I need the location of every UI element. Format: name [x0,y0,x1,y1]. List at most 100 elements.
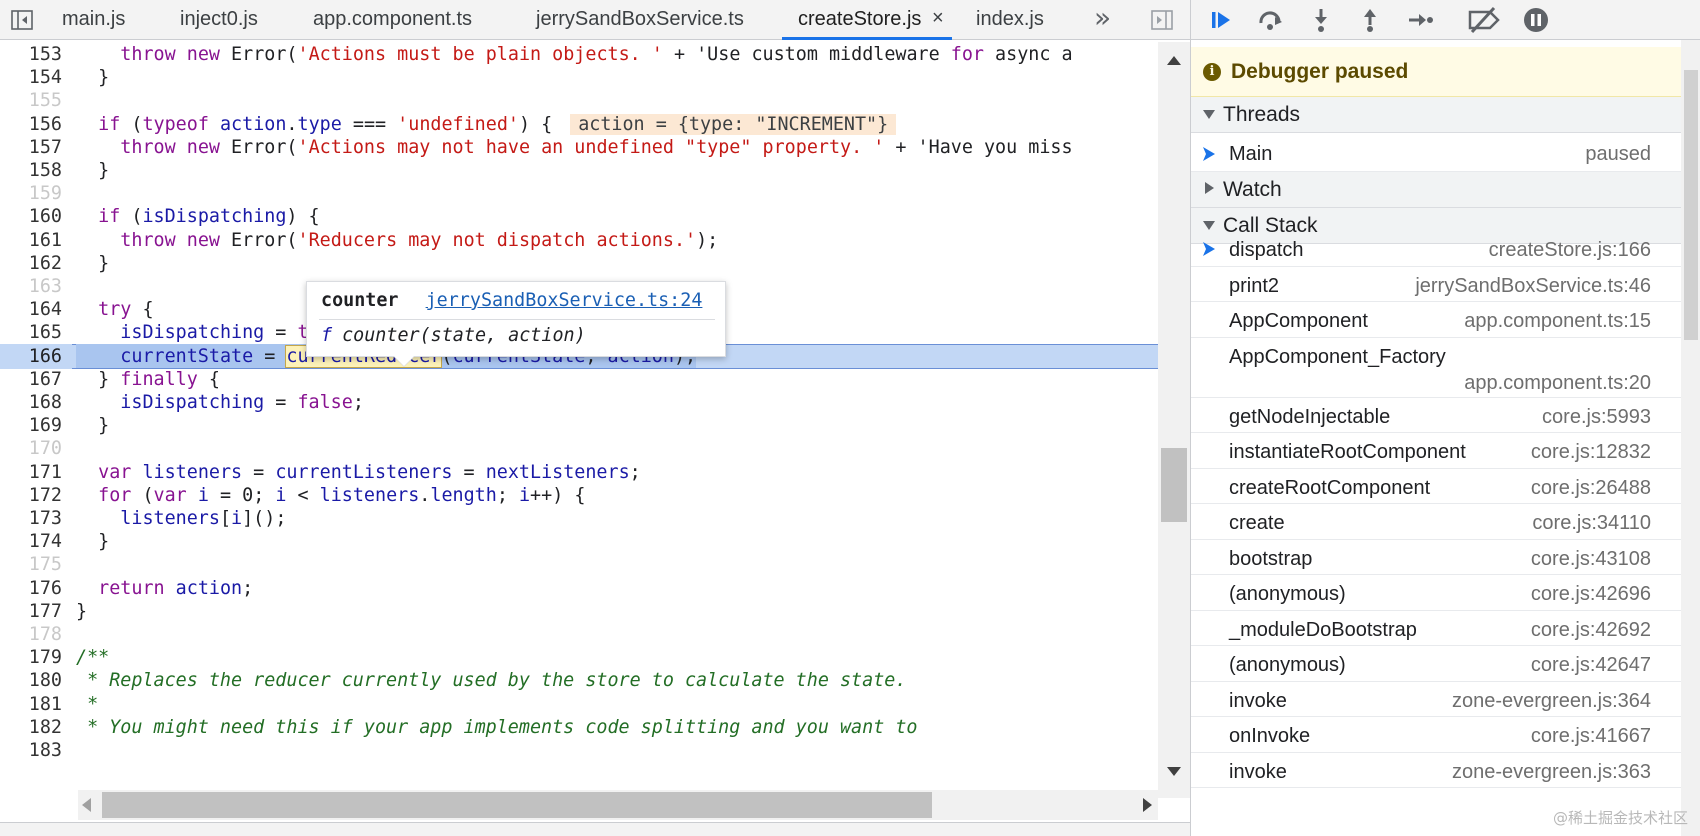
code-line[interactable]: 155 [0,88,1158,113]
code-line[interactable]: 170 [0,436,1158,461]
line-number[interactable]: 180 [0,668,62,693]
call-frame[interactable]: print2 jerrySandBoxService.ts:46 [1191,267,1681,305]
code-line[interactable]: 180 * Replaces the reducer currently use… [0,668,1158,693]
horizontal-scrollbar[interactable] [78,790,1158,820]
code-line[interactable]: 179 /** [0,645,1158,670]
line-number[interactable]: 154 [0,65,62,90]
call-frame[interactable]: onInvoke core.js:41667 [1191,717,1681,753]
line-number[interactable]: 166 [0,344,62,369]
frame-source-location[interactable]: core.js:34110 [1532,504,1651,542]
step-into-icon[interactable] [1306,5,1336,35]
code-line[interactable]: 182 * You might need this if your app im… [0,715,1158,740]
code-line[interactable]: 175 [0,552,1158,577]
line-number[interactable]: 157 [0,135,62,160]
call-frame-current[interactable]: dispatch createStore.js:166 [1191,231,1681,267]
step-over-icon[interactable] [1256,5,1286,35]
popover-source-link[interactable]: jerrySandBoxService.ts:24 [426,290,703,311]
call-frame[interactable]: create core.js:34110 [1191,504,1681,540]
line-number[interactable]: 165 [0,320,62,345]
tab-create-store-js[interactable]: createStore.js [782,0,952,40]
code-line[interactable]: 162 } [0,251,1158,276]
line-number[interactable]: 181 [0,692,62,717]
line-number[interactable]: 160 [0,204,62,229]
threads-section-header[interactable]: Threads [1191,97,1681,133]
frame-source-location[interactable]: core.js:12832 [1531,433,1651,471]
scroll-down-icon[interactable] [1167,767,1181,776]
call-frame[interactable]: AppComponent_Factory app.component.ts:20 [1191,338,1681,398]
more-tabs-icon[interactable]: » [1094,0,1111,40]
tab-index-js[interactable]: index.js [976,0,1044,40]
tab-app-component-ts[interactable]: app.component.ts [313,0,472,40]
code-line[interactable]: 178 [0,622,1158,647]
line-number[interactable]: 162 [0,251,62,276]
tab-inject0-js[interactable]: inject0.js [180,0,258,40]
line-number[interactable]: 179 [0,645,62,670]
line-number[interactable]: 183 [0,738,62,763]
line-number[interactable]: 175 [0,552,62,577]
code-line[interactable]: 161 throw new Error('Reducers may not di… [0,228,1158,253]
frame-source-location[interactable]: app.component.ts:15 [1464,302,1651,340]
code-line[interactable]: 181 * [0,692,1158,717]
scroll-left-icon[interactable] [82,798,91,812]
call-frame[interactable]: invoke zone-evergreen.js:364 [1191,682,1681,720]
watch-section-header[interactable]: Watch [1191,172,1681,208]
vertical-scrollbar[interactable] [1158,42,1190,798]
line-number[interactable]: 163 [0,274,62,299]
frame-source-location[interactable]: core.js:5993 [1542,398,1651,436]
line-number[interactable]: 173 [0,506,62,531]
inline-variable-value[interactable]: action = {type: "INCREMENT"} [570,113,897,135]
call-frame[interactable]: getNodeInjectable core.js:5993 [1191,398,1681,436]
line-number[interactable]: 171 [0,460,62,485]
code-line[interactable]: 177} [0,599,1158,624]
call-frame[interactable]: (anonymous) core.js:42696 [1191,575,1681,611]
line-number[interactable]: 177 [0,599,62,624]
code-line[interactable]: 169 } [0,413,1158,438]
frame-source-location[interactable]: core.js:41667 [1531,717,1651,755]
scroll-right-icon[interactable] [1143,798,1152,812]
line-number[interactable]: 168 [0,390,62,415]
code-line[interactable]: 176 return action; [0,576,1158,601]
step-out-icon[interactable] [1355,5,1385,35]
scroll-up-icon[interactable] [1167,56,1181,65]
line-number[interactable]: 182 [0,715,62,740]
pause-on-exceptions-icon[interactable] [1521,5,1551,35]
frame-source-location[interactable]: core.js:43108 [1531,540,1651,578]
toggle-navigator-icon[interactable] [10,8,34,32]
code-line[interactable]: 154 } [0,65,1158,90]
line-number[interactable]: 169 [0,413,62,438]
code-line[interactable]: 159 [0,181,1158,206]
call-frame[interactable]: createRootComponent core.js:26488 [1191,469,1681,507]
close-tab-icon[interactable]: × [932,0,944,36]
call-frame[interactable]: AppComponent app.component.ts:15 [1191,302,1681,338]
resume-icon[interactable] [1207,5,1237,35]
call-frame[interactable]: _moduleDoBootstrap core.js:42692 [1191,611,1681,646]
line-number[interactable]: 167 [0,367,62,392]
line-number[interactable]: 153 [0,42,62,67]
tab-main-js[interactable]: main.js [62,0,125,40]
line-number[interactable]: 158 [0,158,62,183]
frame-source-location[interactable]: core.js:42696 [1531,575,1651,613]
code-line[interactable]: 157 throw new Error('Actions may not hav… [0,135,1158,160]
frame-source-location[interactable]: zone-evergreen.js:364 [1452,682,1651,720]
frame-source-location[interactable]: jerrySandBoxService.ts:46 [1415,267,1651,305]
line-number[interactable]: 170 [0,436,62,461]
call-frame[interactable]: invoke zone-evergreen.js:363 [1191,753,1681,788]
line-number[interactable]: 178 [0,622,62,647]
line-number[interactable]: 174 [0,529,62,554]
frame-source-location[interactable]: core.js:26488 [1531,469,1651,507]
sidebar-scrollbar[interactable] [1681,40,1700,836]
line-number[interactable]: 176 [0,576,62,601]
line-number[interactable]: 156 [0,112,62,137]
call-frame[interactable]: bootstrap core.js:43108 [1191,540,1681,578]
code-line[interactable]: 171 var listeners = currentListeners = n… [0,460,1158,485]
code-line[interactable]: 168 isDispatching = false; [0,390,1158,415]
code-line[interactable]: 160 if (isDispatching) { [0,204,1158,229]
code-line[interactable]: 174 } [0,529,1158,554]
thread-row-main[interactable]: Main paused [1191,136,1681,172]
code-line[interactable]: 156 if (typeof action.type === 'undefine… [0,112,1158,137]
frame-source-location[interactable]: app.component.ts:20 [1464,364,1651,402]
line-number[interactable]: 172 [0,483,62,508]
line-number[interactable]: 161 [0,228,62,253]
code-line[interactable]: 153 throw new Error('Actions must be pla… [0,42,1158,67]
line-number[interactable]: 159 [0,181,62,206]
